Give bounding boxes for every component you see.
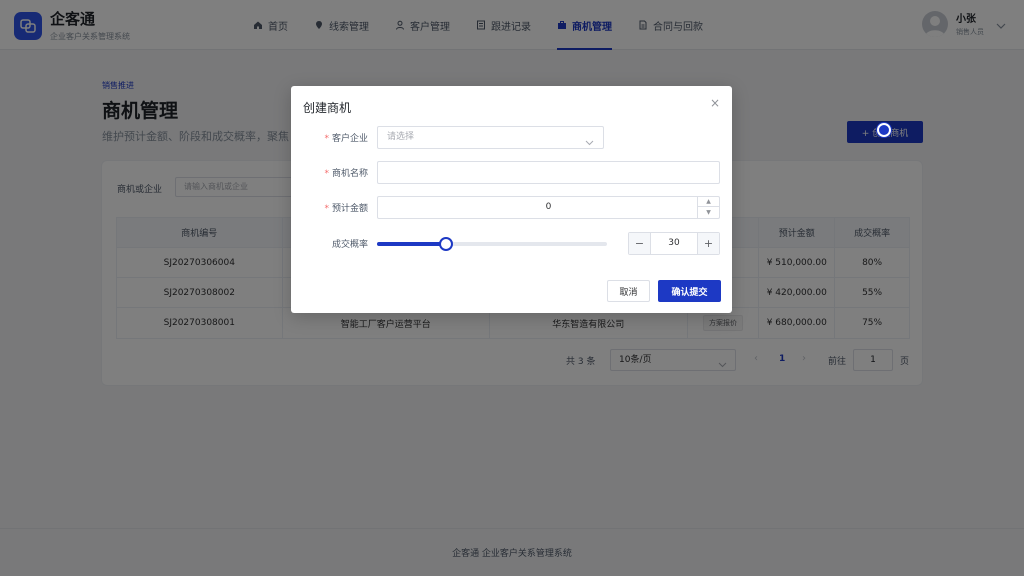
dialog-title: 创建商机 [303,101,352,115]
field-label: 成交概率 [331,240,368,250]
field-row-name: * 商机名称 [291,161,732,185]
field-label: * 预计金额 [324,204,368,214]
amount-value: 0 [545,202,552,212]
chevron-down-icon [585,134,594,155]
field-row-company: * 客户企业 请选择 [291,126,732,150]
probability-stepper: − 30 + [628,232,720,255]
cancel-button[interactable]: 取消 [607,280,650,302]
cursor-indicator [877,123,891,137]
decrease-button[interactable]: ▼ [698,207,719,217]
slider-handle[interactable] [439,237,453,251]
probability-input[interactable]: 30 [651,233,697,254]
field-row-probability: 成交概率 − 30 + [291,232,732,256]
amount-spinner: ▲ ▼ [697,197,719,218]
probability-slider[interactable] [377,232,607,256]
company-select[interactable]: 请选择 [377,126,604,149]
required-mark: * [324,134,329,144]
field-row-amount: * 预计金额 0 ▲ ▼ [291,196,732,220]
create-opportunity-dialog: 创建商机 × * 客户企业 请选择 * 商机名称 * 预计金额 0 ▲ ▼ 成交概率 … [291,86,732,313]
required-mark: * [324,204,329,214]
decrease-button[interactable]: − [629,233,651,254]
opportunity-name-input[interactable] [377,161,720,184]
amount-input[interactable]: 0 ▲ ▼ [377,196,720,219]
required-mark: * [324,169,329,179]
slider-fill [377,242,446,246]
close-icon[interactable]: × [710,96,720,110]
submit-button[interactable]: 确认提交 [658,280,721,302]
field-label: * 客户企业 [324,134,368,144]
increase-button[interactable]: + [697,233,719,254]
field-label: * 商机名称 [324,169,368,179]
select-placeholder: 请选择 [387,132,415,142]
